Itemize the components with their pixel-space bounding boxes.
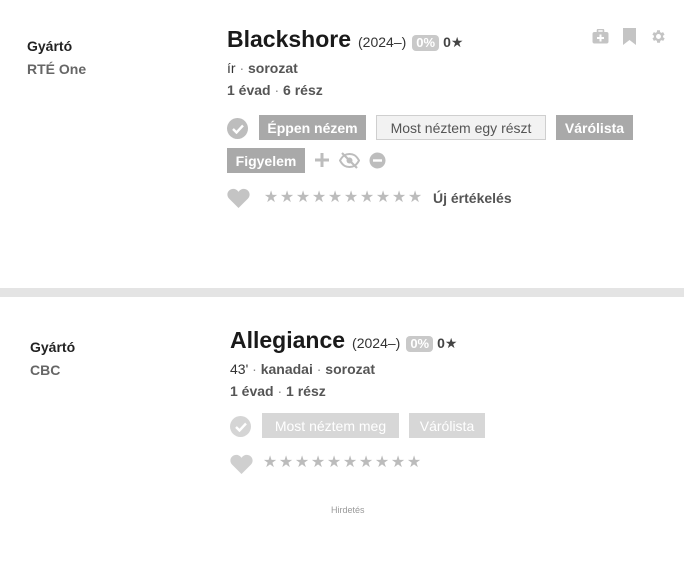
star[interactable]: ★ — [342, 454, 358, 472]
star[interactable]: ★ — [262, 454, 278, 472]
star[interactable]: ★ — [391, 189, 407, 207]
star-rating[interactable]: ★ ★ ★ ★ ★ ★ ★ ★ ★ ★ — [262, 454, 422, 472]
plus-icon[interactable] — [314, 152, 330, 168]
watching-button[interactable]: Éppen nézem — [259, 115, 366, 140]
rating-percent-badge: 0% — [406, 336, 434, 352]
seasons-count: 1 évad — [230, 383, 274, 399]
maker-name[interactable]: RTÉ One — [27, 61, 86, 77]
runtime: 43' — [230, 361, 249, 377]
series-seasons: 1 évad · 6 rész — [227, 82, 323, 98]
gear-icon[interactable] — [649, 27, 667, 45]
star[interactable]: ★ — [279, 189, 295, 207]
bookmark-icon[interactable] — [622, 27, 636, 45]
new-rating-link[interactable]: Új értékelés — [433, 190, 512, 206]
star[interactable]: ★ — [311, 189, 327, 207]
rating-percent-badge: 0% — [412, 35, 440, 51]
separator: · — [239, 60, 245, 76]
seen-button[interactable]: Most néztem meg — [262, 413, 399, 438]
maker-name[interactable]: CBC — [30, 362, 60, 378]
episodes-count: 1 rész — [286, 383, 326, 399]
star[interactable]: ★ — [407, 189, 423, 207]
card-divider — [0, 288, 684, 297]
star[interactable]: ★ — [374, 454, 390, 472]
star[interactable]: ★ — [358, 454, 374, 472]
separator: · — [252, 361, 257, 377]
series-card-allegiance: Gyártó CBC Allegiance (2024–) 0% 0★ 43' … — [0, 297, 684, 570]
series-tags: ír · sorozat — [227, 60, 298, 76]
heart-icon[interactable] — [226, 187, 250, 209]
episodes-count: 6 rész — [283, 82, 323, 98]
star[interactable]: ★ — [310, 454, 326, 472]
ad-label: Hirdetés — [331, 505, 365, 515]
star[interactable]: ★ — [278, 454, 294, 472]
series-seasons: 1 évad · 1 rész — [230, 383, 326, 399]
title-row: Allegiance (2024–) 0% 0★ — [230, 327, 457, 354]
watchlist-button[interactable]: Várólista — [409, 413, 485, 438]
star-rating[interactable]: ★ ★ ★ ★ ★ ★ ★ ★ ★ ★ — [263, 189, 423, 207]
tag-country[interactable]: ír — [227, 60, 236, 76]
follow-button[interactable]: Figyelem — [227, 148, 305, 173]
tag-type[interactable]: sorozat — [248, 60, 298, 76]
separator: · — [316, 361, 322, 377]
star[interactable]: ★ — [343, 189, 359, 207]
series-year: (2024–) — [358, 34, 407, 50]
star[interactable]: ★ — [295, 189, 311, 207]
star[interactable]: ★ — [326, 454, 342, 472]
series-year: (2024–) — [352, 335, 401, 351]
star[interactable]: ★ — [375, 189, 391, 207]
rating-votes: 0★ — [437, 335, 458, 351]
rating-votes: 0★ — [443, 34, 464, 50]
check-circle-icon[interactable] — [230, 416, 251, 437]
star[interactable]: ★ — [359, 189, 375, 207]
star[interactable]: ★ — [263, 189, 279, 207]
separator: · — [274, 82, 280, 98]
maker-label: Gyártó — [30, 339, 76, 355]
minus-circle-icon[interactable] — [368, 151, 386, 169]
check-circle-icon[interactable] — [227, 118, 248, 139]
title-row: Blackshore (2024–) 0% 0★ — [227, 26, 463, 53]
tag-country[interactable]: kanadai — [261, 361, 313, 377]
series-title[interactable]: Allegiance — [230, 327, 345, 354]
star[interactable]: ★ — [327, 189, 343, 207]
separator: · — [277, 383, 283, 399]
seen-episode-button[interactable]: Most néztem egy részt — [376, 115, 546, 140]
heart-icon[interactable] — [229, 453, 253, 475]
series-title[interactable]: Blackshore — [227, 26, 351, 53]
star[interactable]: ★ — [406, 454, 422, 472]
tag-type[interactable]: sorozat — [325, 361, 375, 377]
series-tags: 43' · kanadai · sorozat — [230, 361, 375, 377]
eye-slash-icon[interactable] — [338, 151, 360, 169]
watchlist-button[interactable]: Várólista — [556, 115, 633, 140]
star[interactable]: ★ — [294, 454, 310, 472]
briefcase-medical-icon[interactable] — [591, 28, 609, 44]
maker-label: Gyártó — [27, 38, 73, 54]
series-card-blackshore: Gyártó RTÉ One Blackshore (2024–) 0% 0★ … — [0, 0, 684, 288]
star[interactable]: ★ — [390, 454, 406, 472]
seasons-count: 1 évad — [227, 82, 271, 98]
